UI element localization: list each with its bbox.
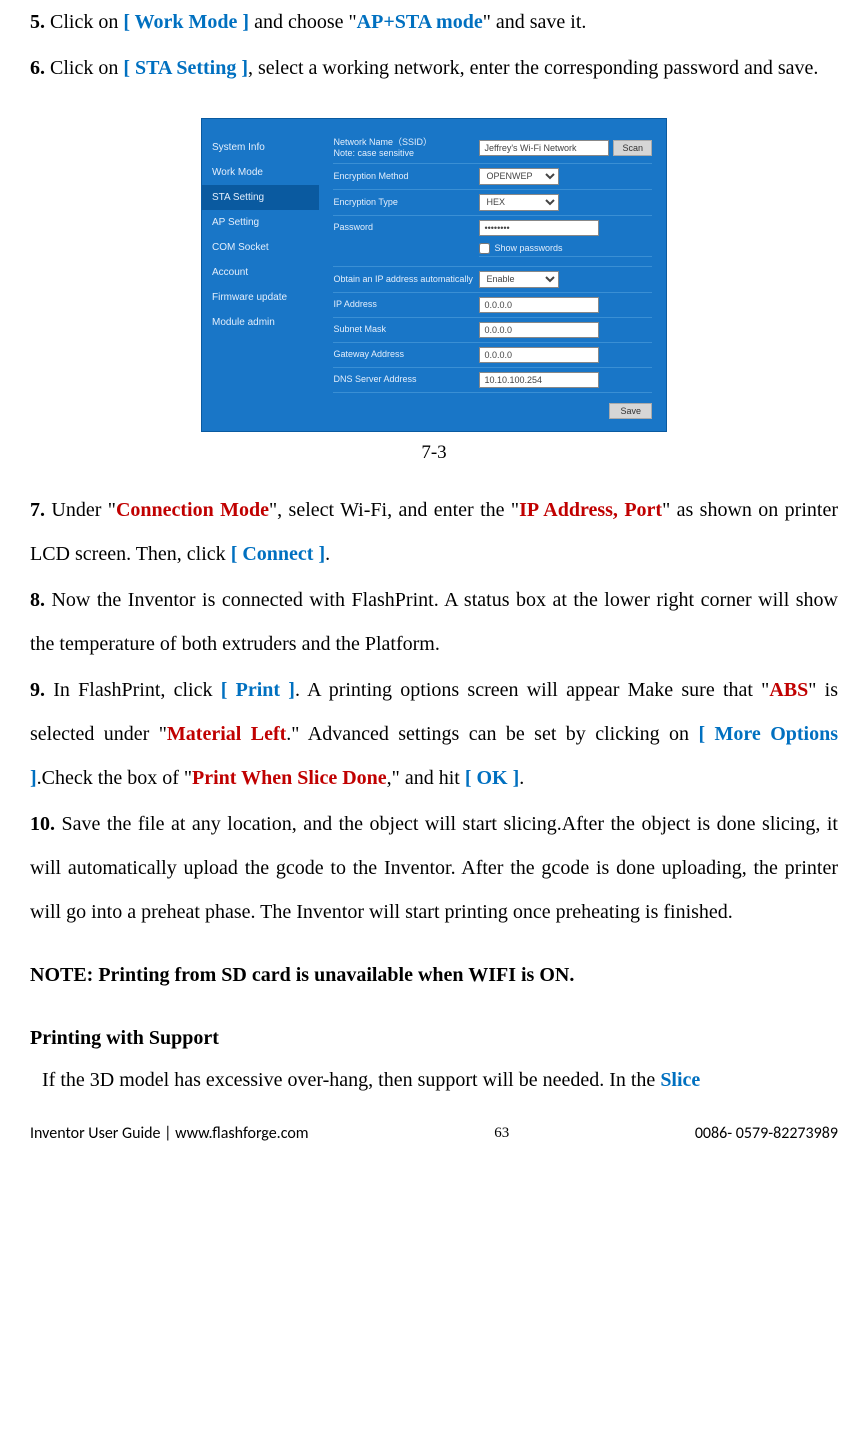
step-6-num: 6. — [30, 57, 45, 79]
step-5-mid: and choose " — [249, 11, 357, 33]
row-password: Password — [333, 216, 652, 240]
row-ssid: Network Name（SSID） Note: case sensitive … — [333, 133, 652, 164]
sidebar-item-module-admin[interactable]: Module admin — [202, 310, 319, 335]
config-sidebar: System Info Work Mode STA Setting AP Set… — [202, 119, 319, 431]
select-enc-type[interactable]: HEX — [479, 194, 559, 211]
step-10-text: Save the file at any location, and the o… — [30, 813, 838, 923]
step-8-text: Now the Inventor is connected with Flash… — [30, 589, 838, 655]
label-dns: DNS Server Address — [333, 374, 473, 385]
text-apsta-mode: AP+STA mode — [357, 11, 483, 33]
step-6: 6. Click on [ STA Setting ], select a wo… — [30, 46, 838, 90]
link-work-mode: [ Work Mode ] — [123, 11, 249, 33]
step-5-num: 5. — [30, 11, 45, 33]
sta-setting-panel: System Info Work Mode STA Setting AP Set… — [201, 118, 667, 432]
sidebar-item-system-info[interactable]: System Info — [202, 135, 319, 160]
footer-left: Inventor User Guide | www.flashforge.com — [30, 1124, 309, 1143]
footer-right: 0086- 0579-82273989 — [695, 1124, 838, 1143]
step-9-mid4: .Check the box of " — [37, 767, 192, 789]
step-9-post: . — [519, 767, 524, 789]
step-9: 9. In FlashPrint, click [ Print ]. A pri… — [30, 668, 838, 800]
row-enc-type: Encryption Type HEX — [333, 190, 652, 216]
step-5-pre: Click on — [45, 11, 123, 33]
step-7-post: . — [325, 543, 330, 565]
label-enc-method: Encryption Method — [333, 171, 473, 182]
support-para-pre: If the 3D model has excessive over-hang,… — [42, 1069, 660, 1091]
note-heading: NOTE: Printing from SD card is unavailab… — [30, 964, 838, 987]
link-ok: [ OK ] — [465, 767, 519, 789]
separator — [333, 257, 652, 267]
row-dns: DNS Server Address — [333, 368, 652, 393]
figure-7-3-container: System Info Work Mode STA Setting AP Set… — [30, 118, 838, 480]
input-ssid[interactable] — [479, 140, 609, 156]
link-sta-setting: [ STA Setting ] — [123, 57, 248, 79]
row-gateway: Gateway Address — [333, 343, 652, 368]
input-password[interactable] — [479, 220, 599, 236]
sidebar-item-account[interactable]: Account — [202, 260, 319, 285]
sidebar-item-sta-setting[interactable]: STA Setting — [202, 185, 319, 210]
step-7-pre: Under " — [45, 499, 116, 521]
text-abs: ABS — [769, 679, 808, 701]
step-7: 7. Under "Connection Mode", select Wi-Fi… — [30, 488, 838, 576]
row-ip-address: IP Address — [333, 293, 652, 318]
label-subnet-mask: Subnet Mask — [333, 324, 473, 335]
figure-caption: 7-3 — [421, 442, 446, 464]
input-dns[interactable] — [479, 372, 599, 388]
label-ssid: Network Name（SSID） Note: case sensitive — [333, 137, 473, 159]
step-8-num: 8. — [30, 589, 45, 611]
step-9-mid1: . A printing options screen will appear … — [295, 679, 769, 701]
sidebar-item-com-socket[interactable]: COM Socket — [202, 235, 319, 260]
row-show-passwords: Show passwords — [479, 240, 652, 257]
sidebar-item-work-mode[interactable]: Work Mode — [202, 160, 319, 185]
input-subnet-mask[interactable] — [479, 322, 599, 338]
text-material-left: Material Left — [167, 723, 286, 745]
label-enc-type: Encryption Type — [333, 197, 473, 208]
step-8: 8. Now the Inventor is connected with Fl… — [30, 578, 838, 666]
step-7-num: 7. — [30, 499, 45, 521]
text-print-when-slice-done: Print When Slice Done — [192, 767, 387, 789]
step-10-num: 10. — [30, 813, 55, 835]
support-heading: Printing with Support — [30, 1027, 838, 1050]
scan-button[interactable]: Scan — [613, 140, 652, 156]
footer-page-number: 63 — [494, 1125, 509, 1142]
select-obtain-ip[interactable]: Enable — [479, 271, 559, 288]
select-enc-method[interactable]: OPENWEP — [479, 168, 559, 185]
step-9-num: 9. — [30, 679, 45, 701]
sidebar-item-firmware-update[interactable]: Firmware update — [202, 285, 319, 310]
support-paragraph: If the 3D model has excessive over-hang,… — [30, 1058, 838, 1102]
step-9-pre: In FlashPrint, click — [45, 679, 221, 701]
row-subnet-mask: Subnet Mask — [333, 318, 652, 343]
step-6-pre: Click on — [45, 57, 123, 79]
label-gateway: Gateway Address — [333, 349, 473, 360]
label-obtain-ip: Obtain an IP address automatically — [333, 274, 473, 285]
input-ip-address[interactable] — [479, 297, 599, 313]
label-show-passwords: Show passwords — [494, 243, 562, 253]
text-connection-mode: Connection Mode — [116, 499, 269, 521]
config-main: Network Name（SSID） Note: case sensitive … — [319, 119, 666, 431]
step-9-mid3: ." Advanced settings can be set by click… — [286, 723, 698, 745]
step-6-post: , select a working network, enter the co… — [248, 57, 818, 79]
row-enc-method: Encryption Method OPENWEP — [333, 164, 652, 190]
page-footer: Inventor User Guide | www.flashforge.com… — [30, 1124, 838, 1143]
link-connect: [ Connect ] — [231, 543, 325, 565]
label-ip-address: IP Address — [333, 299, 473, 310]
text-slice: Slice — [660, 1069, 700, 1091]
row-obtain-ip: Obtain an IP address automatically Enabl… — [333, 267, 652, 293]
link-print: [ Print ] — [221, 679, 295, 701]
text-ip-address-port: IP Address, Port — [519, 499, 662, 521]
sidebar-item-ap-setting[interactable]: AP Setting — [202, 210, 319, 235]
step-5: 5. Click on [ Work Mode ] and choose "AP… — [30, 0, 838, 44]
step-9-mid5: ," and hit — [387, 767, 465, 789]
checkbox-show-passwords[interactable] — [479, 243, 490, 254]
label-password: Password — [333, 222, 473, 233]
save-button[interactable]: Save — [609, 403, 652, 419]
step-7-mid1: ", select Wi-Fi, and enter the " — [269, 499, 519, 521]
step-5-post: " and save it. — [483, 11, 587, 33]
step-10: 10. Save the file at any location, and t… — [30, 802, 838, 934]
input-gateway[interactable] — [479, 347, 599, 363]
